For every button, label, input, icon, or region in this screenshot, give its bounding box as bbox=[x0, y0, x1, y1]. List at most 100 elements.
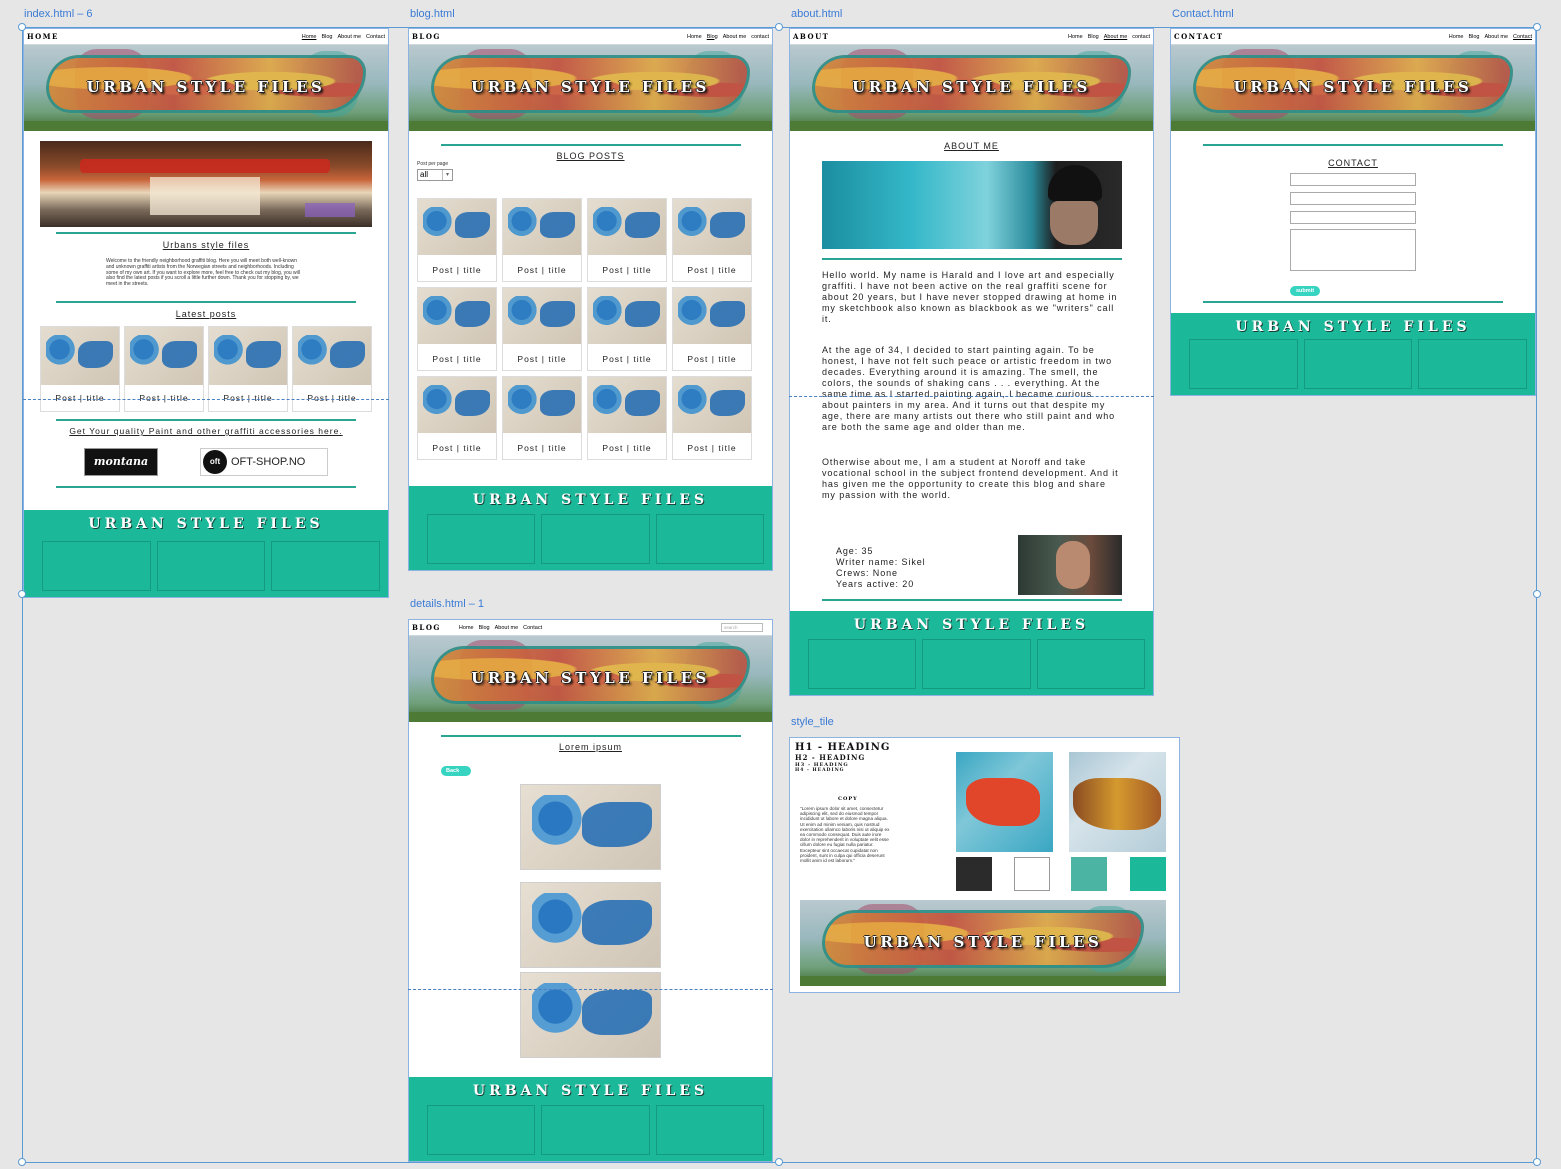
nav-contact-link[interactable]: contact bbox=[751, 34, 769, 40]
site-nav: ABOUT Home Blog About me contact bbox=[790, 29, 1153, 45]
post-card[interactable]: Post | title bbox=[417, 376, 497, 460]
resize-handle[interactable] bbox=[1533, 590, 1541, 598]
message-textarea[interactable] bbox=[1290, 229, 1416, 271]
email-field[interactable] bbox=[1290, 192, 1416, 205]
artboard-label-details[interactable]: details.html – 1 bbox=[410, 598, 484, 610]
resize-handle[interactable] bbox=[775, 1158, 783, 1166]
post-card[interactable]: Post | title bbox=[672, 376, 752, 460]
search-input[interactable]: search bbox=[721, 623, 763, 632]
graffiti-image bbox=[520, 882, 661, 968]
nav-home-link[interactable]: Home bbox=[687, 34, 702, 40]
post-thumbnail bbox=[209, 326, 287, 385]
post-caption: Post | title bbox=[687, 265, 737, 275]
post-card[interactable]: Post | title bbox=[587, 287, 667, 371]
post-card[interactable]: Post | title bbox=[502, 376, 582, 460]
nav-blog-link[interactable]: Blog bbox=[479, 625, 490, 631]
post-thumbnail bbox=[503, 288, 581, 344]
fold-line bbox=[408, 989, 773, 990]
resize-handle[interactable] bbox=[1533, 23, 1541, 31]
post-card[interactable]: Post | title bbox=[587, 198, 667, 282]
fact-age: Age: 35 bbox=[836, 546, 874, 556]
artboard-style-tile[interactable]: H1 - HEADING H2 - HEADING H3 - HEADING H… bbox=[789, 737, 1180, 993]
post-caption: Post | title bbox=[687, 443, 737, 453]
style-photo-gold bbox=[1069, 752, 1166, 852]
artboard-details[interactable]: BLOG Home Blog About me Contact search U… bbox=[408, 619, 773, 1162]
nav-blog-link[interactable]: Blog bbox=[1088, 34, 1099, 40]
post-caption: Post | title bbox=[602, 265, 652, 275]
hero-banner: URBAN STYLE FILES bbox=[790, 45, 1153, 131]
post-thumbnail bbox=[41, 326, 119, 385]
resize-handle[interactable] bbox=[18, 1158, 26, 1166]
about-heading: ABOUT ME bbox=[944, 141, 999, 151]
oft-shop-text: OFT-SHOP.NO bbox=[231, 455, 306, 468]
nav-about-link[interactable]: About me bbox=[337, 34, 361, 40]
nav-home-link[interactable]: Home bbox=[1449, 34, 1464, 40]
nav-contact-link[interactable]: Contact bbox=[523, 625, 542, 631]
hero-banner: URBAN STYLE FILES bbox=[409, 45, 772, 131]
resize-handle[interactable] bbox=[775, 23, 783, 31]
post-card[interactable]: Post | title bbox=[502, 287, 582, 371]
artboard-label-blog[interactable]: blog.html bbox=[410, 8, 455, 20]
post-card[interactable]: Post | title bbox=[417, 198, 497, 282]
nav-contact-link[interactable]: Contact bbox=[1513, 34, 1532, 40]
nav-contact-link[interactable]: Contact bbox=[366, 34, 385, 40]
chevron-down-icon: ▾ bbox=[442, 170, 452, 180]
about-banner-photo bbox=[821, 161, 1122, 249]
nav-about-link[interactable]: About me bbox=[1104, 34, 1128, 40]
nav-blog-link[interactable]: Blog bbox=[321, 34, 332, 40]
artboard-label-contact[interactable]: Contact.html bbox=[1172, 8, 1234, 20]
site-footer: URBAN STYLE FILES bbox=[409, 1077, 772, 1161]
nav-about-link[interactable]: About me bbox=[1484, 34, 1508, 40]
post-card[interactable]: Post | title bbox=[587, 376, 667, 460]
post-thumbnail bbox=[673, 199, 751, 255]
montana-logo[interactable]: montana bbox=[84, 447, 158, 476]
post-card[interactable]: Post | title bbox=[672, 198, 752, 282]
oft-mark: oft bbox=[203, 449, 227, 474]
contact-heading: CONTACT bbox=[1328, 158, 1378, 168]
post-caption: Post | title bbox=[602, 354, 652, 364]
artboard-label-index[interactable]: index.html – 6 bbox=[24, 8, 92, 20]
resize-handle[interactable] bbox=[1533, 1158, 1541, 1166]
back-button[interactable]: Back bbox=[441, 766, 472, 776]
resize-handle[interactable] bbox=[18, 590, 26, 598]
style-h2: H2 - HEADING bbox=[795, 753, 866, 762]
post-thumbnail bbox=[293, 326, 371, 385]
fact-crews: Crews: None bbox=[836, 568, 898, 578]
nav-blog-link[interactable]: Blog bbox=[1468, 34, 1479, 40]
post-card[interactable]: Post | title bbox=[417, 287, 497, 371]
style-copy-text: "Lorem ipsum dolor sit amet, consectetur… bbox=[800, 806, 890, 864]
post-card[interactable]: Post | title bbox=[502, 198, 582, 282]
details-heading: Lorem ipsum bbox=[558, 742, 623, 752]
oft-shop-logo[interactable]: oft OFT-SHOP.NO bbox=[200, 447, 328, 476]
artboard-blog[interactable]: BLOG Home Blog About me contact URBAN ST… bbox=[408, 28, 773, 571]
artboard-contact[interactable]: CONTACT Home Blog About me Contact URBAN… bbox=[1170, 28, 1536, 396]
artboard-about[interactable]: ABOUT Home Blog About me contact URBAN S… bbox=[789, 28, 1154, 696]
shop-link[interactable]: Get Your quality Paint and other graffit… bbox=[24, 426, 388, 436]
nav-contact-link[interactable]: contact bbox=[1132, 34, 1150, 40]
per-page-select[interactable]: all ▾ bbox=[417, 169, 453, 181]
nav-blog-link[interactable]: Blog bbox=[707, 34, 718, 40]
site-nav: BLOG Home Blog About me Contact search bbox=[409, 620, 772, 636]
artboard-index[interactable]: HOME Home Blog About me Contact URBAN ST… bbox=[23, 28, 389, 598]
nav-home-link[interactable]: Home bbox=[459, 625, 474, 631]
nav-about-link[interactable]: About me bbox=[495, 625, 519, 631]
artboard-label-about[interactable]: about.html bbox=[791, 8, 842, 20]
post-caption: Post | title bbox=[307, 392, 357, 403]
post-card[interactable]: Post | title bbox=[672, 287, 752, 371]
nav-home-link[interactable]: Home bbox=[1068, 34, 1083, 40]
blog-heading: BLOG POSTS bbox=[556, 151, 625, 161]
post-thumbnail bbox=[418, 377, 496, 433]
subject-field[interactable] bbox=[1290, 211, 1416, 224]
about-paragraph: Otherwise about me, I am a student at No… bbox=[822, 457, 1119, 500]
artboard-label-style-tile[interactable]: style_tile bbox=[791, 716, 834, 728]
graffiti-image bbox=[520, 784, 661, 870]
color-swatch bbox=[1014, 857, 1050, 891]
site-footer: URBAN STYLE FILES bbox=[24, 510, 388, 597]
about-facts: Age: 35 Writer name: Sikel Crews: None Y… bbox=[836, 546, 926, 590]
name-field[interactable] bbox=[1290, 173, 1416, 186]
nav-about-link[interactable]: About me bbox=[723, 34, 747, 40]
post-caption: Post | title bbox=[517, 265, 567, 275]
submit-button[interactable]: submit bbox=[1290, 286, 1321, 296]
nav-home-link[interactable]: Home bbox=[302, 34, 317, 40]
resize-handle[interactable] bbox=[18, 23, 26, 31]
